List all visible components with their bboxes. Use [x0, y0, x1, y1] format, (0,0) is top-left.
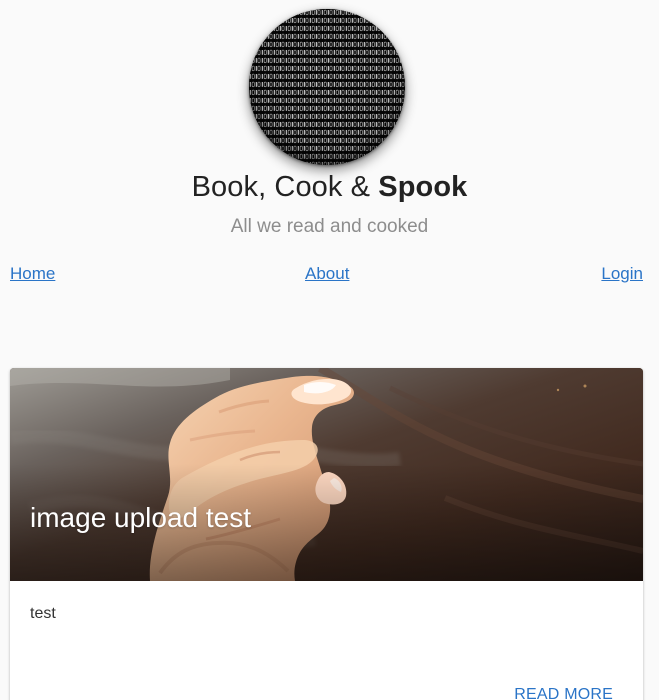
site-title-regular: Book, Cook &	[191, 171, 379, 203]
site-title: Book, Cook & Spook	[0, 169, 659, 205]
site-tagline: All we read and cooked	[230, 216, 429, 237]
post-excerpt: test	[30, 605, 56, 622]
post-title[interactable]: image upload test	[30, 500, 251, 536]
binary-code-image	[249, 9, 405, 165]
read-more-link[interactable]: READ MORE	[514, 685, 613, 700]
nav-about-link[interactable]: About	[305, 263, 349, 285]
post-image[interactable]: image upload test	[10, 368, 643, 581]
site-title-bold: Spook	[378, 171, 468, 203]
nav-login-link[interactable]: Login	[601, 263, 643, 285]
nav-home-link[interactable]: Home	[10, 263, 55, 285]
site-avatar	[249, 9, 405, 165]
hand-photo	[10, 368, 643, 581]
page: Book, Cook & Spook All we read and cooke…	[0, 0, 659, 700]
post-card: image upload test test READ MORE	[10, 368, 643, 700]
